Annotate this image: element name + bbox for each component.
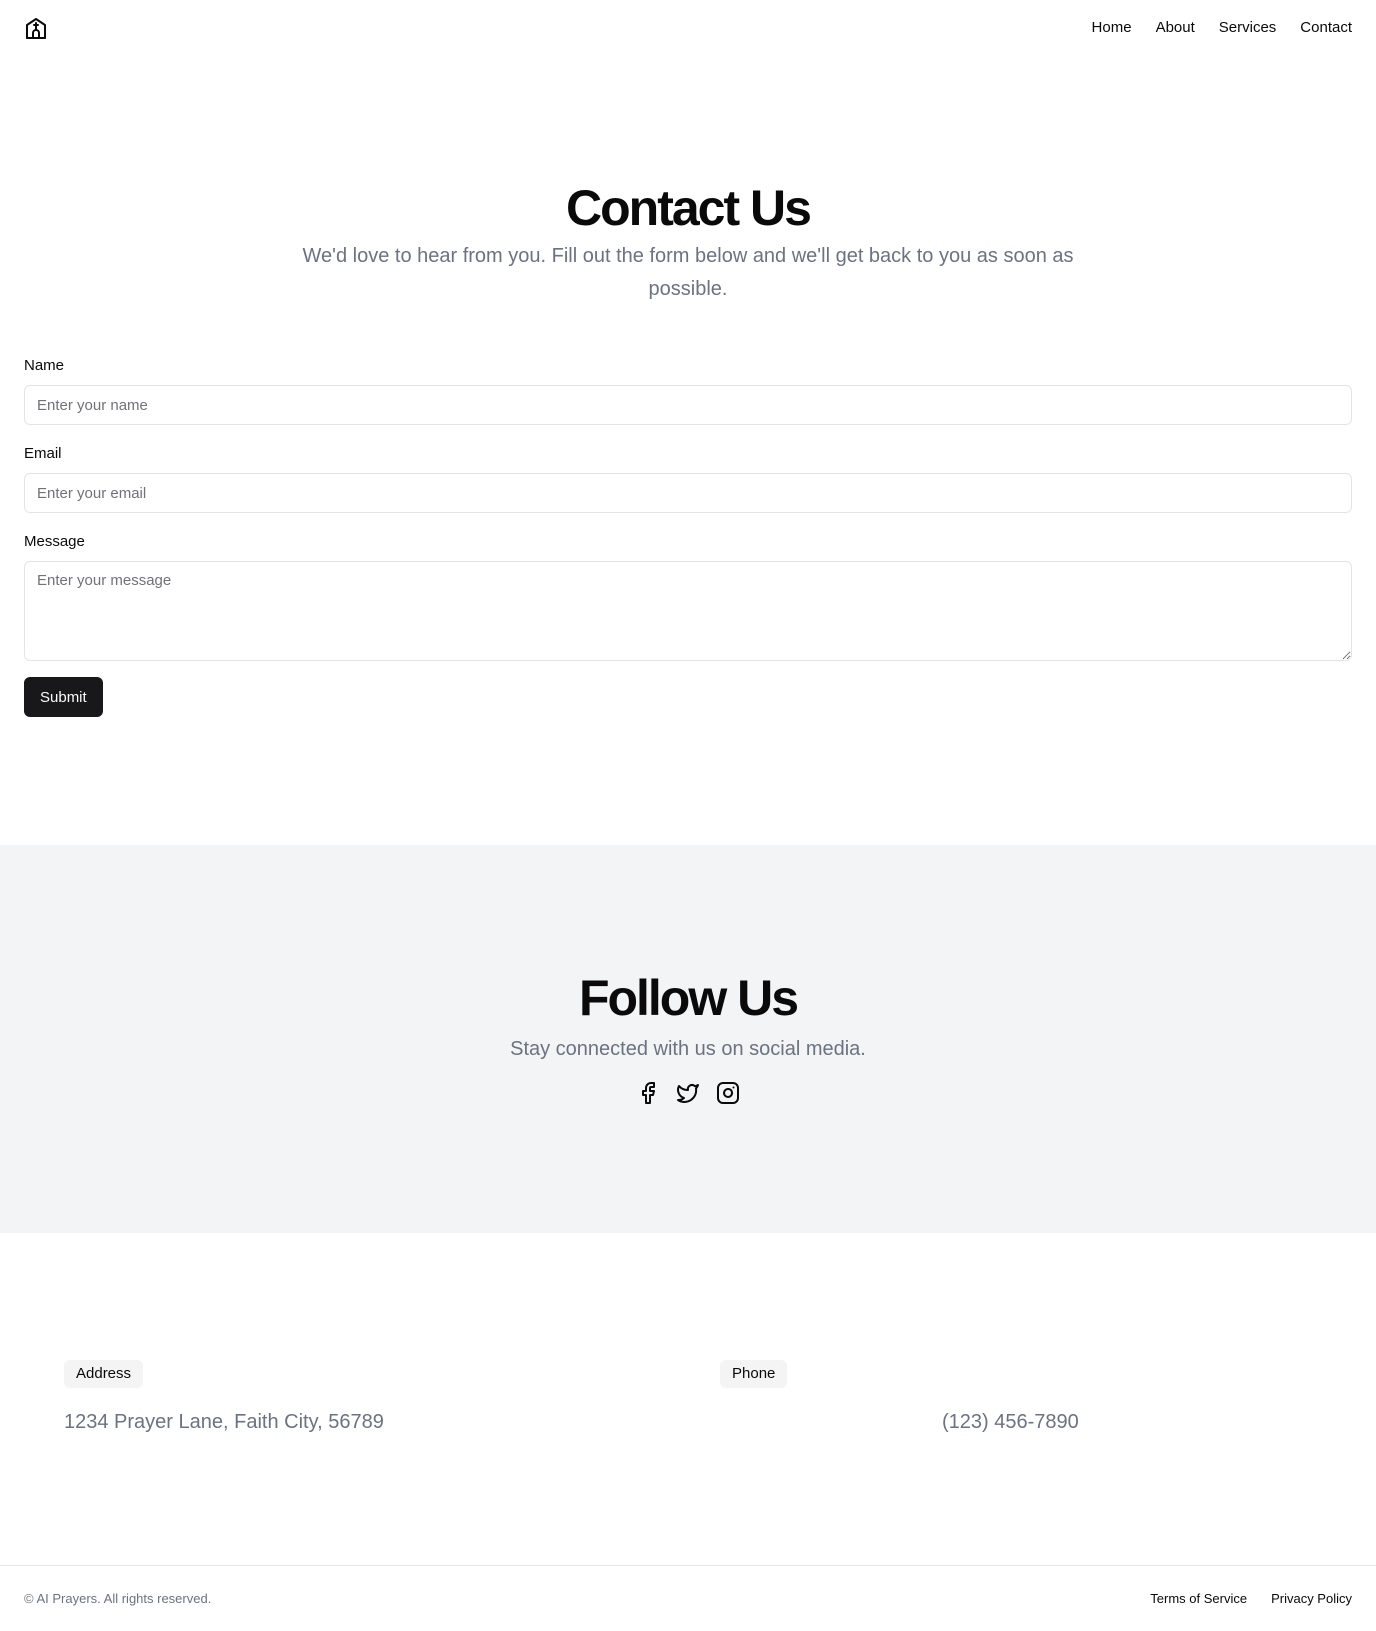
contact-info-section: Address 1234 Prayer Lane, Faith City, 56…: [0, 1360, 1376, 1440]
email-label: Email: [24, 445, 62, 462]
facebook-link[interactable]: [636, 1081, 660, 1105]
contact-title: Contact Us: [566, 180, 812, 236]
twitter-link[interactable]: [676, 1081, 700, 1105]
name-label: Name: [24, 357, 65, 374]
instagram-icon: [717, 1082, 739, 1104]
name-input[interactable]: [24, 385, 1352, 425]
follow-section: Follow Us Stay connected with us on soci…: [0, 845, 1376, 1233]
terms-link[interactable]: Terms of Service: [1150, 1590, 1247, 1608]
instagram-link[interactable]: [716, 1081, 740, 1105]
email-input[interactable]: [24, 473, 1352, 513]
message-textarea[interactable]: [24, 561, 1352, 661]
site-footer: © AI Prayers. All rights reserved. Terms…: [0, 1565, 1376, 1631]
message-label: Message: [24, 533, 85, 550]
address-badge: Address: [64, 1360, 144, 1388]
contact-form: Name Email Message Submit: [24, 356, 1352, 717]
copyright-text: © AI Prayers. All rights reserved.: [24, 1591, 212, 1606]
submit-button[interactable]: Submit: [24, 677, 103, 717]
site-header: Home About Services Contact: [0, 0, 1376, 56]
phone-value: (123) 456-7890: [942, 1411, 1079, 1433]
footer-nav: Terms of Service Privacy Policy: [1150, 1590, 1352, 1608]
phone-badge: Phone: [720, 1360, 788, 1388]
twitter-icon: [677, 1084, 699, 1103]
nav-link-services[interactable]: Services: [1219, 18, 1277, 38]
contact-subtitle: We'd love to hear from you. Fill out the…: [302, 245, 1074, 300]
follow-title: Follow Us: [578, 970, 799, 1026]
social-links: [0, 1081, 1376, 1105]
nav-link-about[interactable]: About: [1156, 18, 1195, 38]
main-nav: Home About Services Contact: [1092, 18, 1352, 38]
privacy-link[interactable]: Privacy Policy: [1271, 1590, 1352, 1608]
address-value: 1234 Prayer Lane, Faith City, 56789: [64, 1411, 384, 1433]
nav-link-contact[interactable]: Contact: [1300, 18, 1352, 38]
facebook-icon: [642, 1082, 655, 1104]
church-icon: [26, 18, 46, 39]
follow-subtitle: Stay connected with us on social media.: [510, 1038, 866, 1060]
nav-link-home[interactable]: Home: [1092, 18, 1132, 38]
